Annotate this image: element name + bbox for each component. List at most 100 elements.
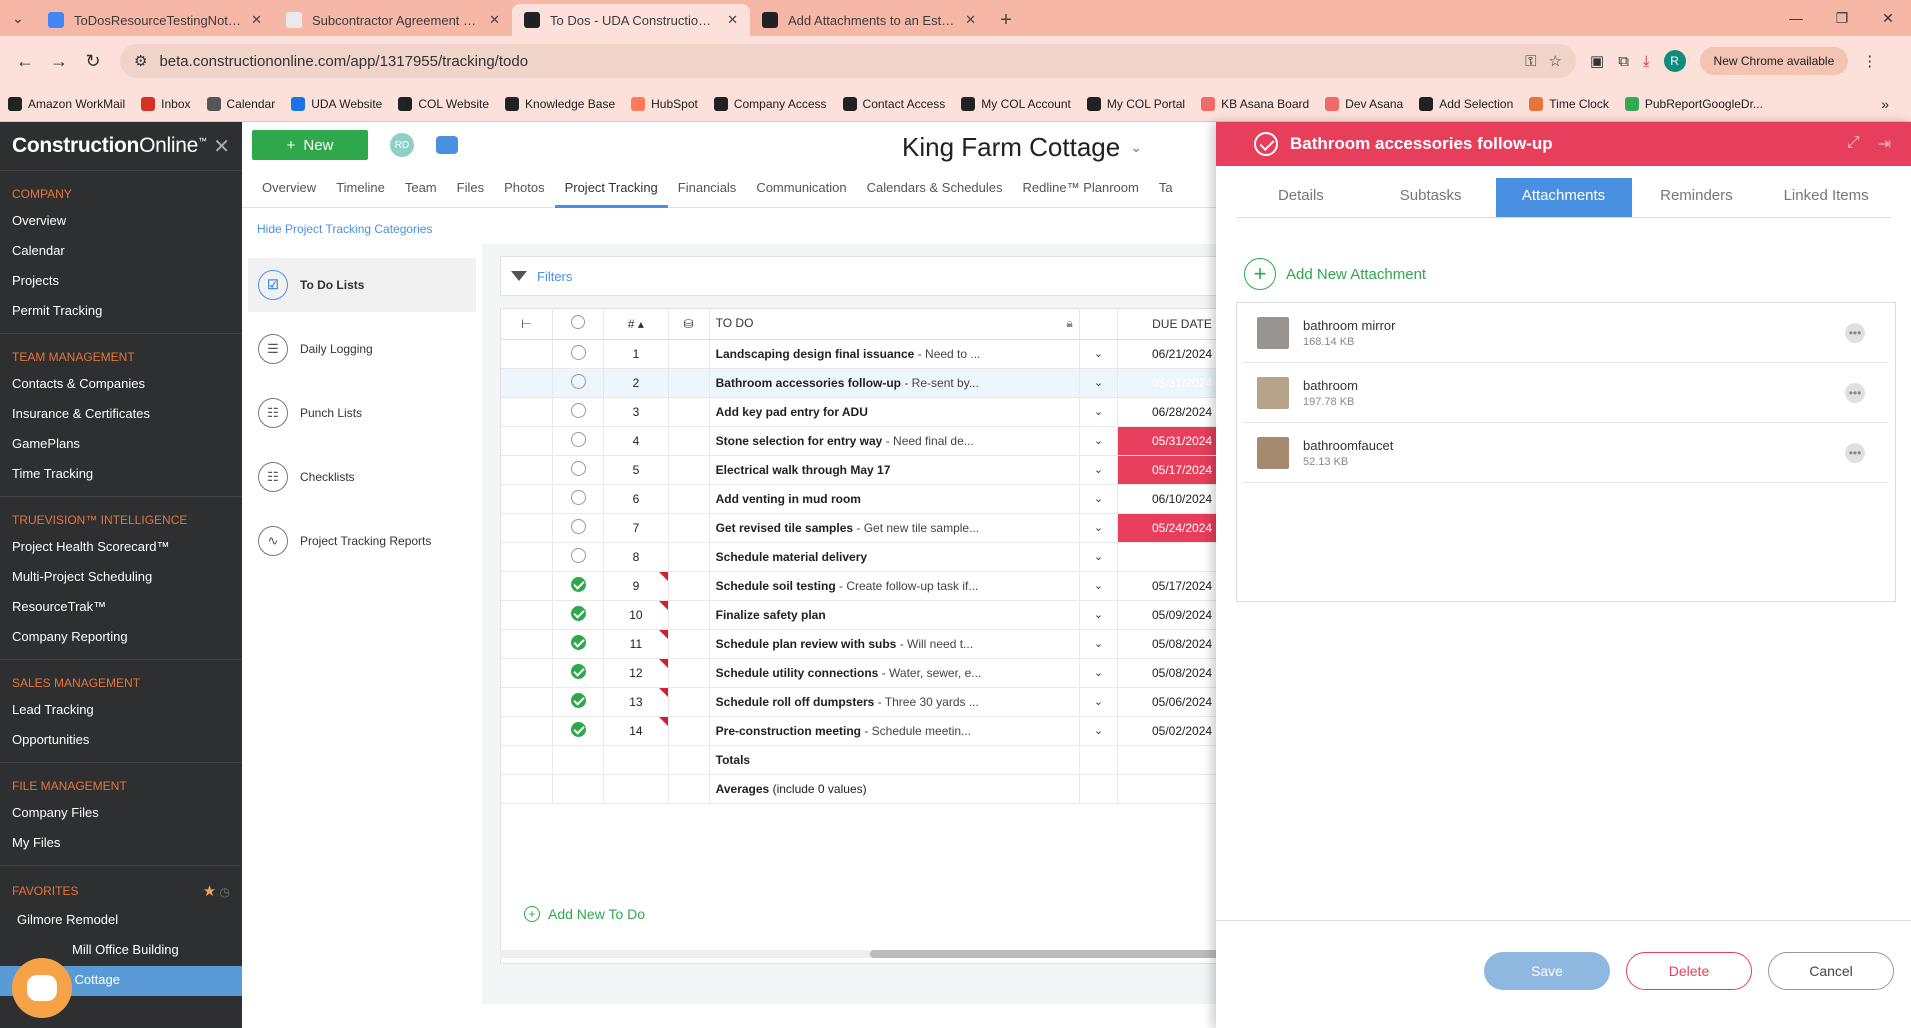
category-item[interactable]: ☷ Punch Lists [248, 386, 476, 440]
complete-cell[interactable] [552, 629, 605, 659]
browser-tab[interactable]: To Dos - UDA ConstructionOnli ✕ [512, 4, 750, 36]
cancel-button[interactable]: Cancel [1768, 952, 1894, 990]
project-tab[interactable]: Redline™ Planroom [1013, 168, 1149, 208]
attachment-thumbnail[interactable] [1257, 436, 1289, 469]
expand-icon[interactable]: ⤢ [1847, 134, 1860, 154]
project-tab[interactable]: Communication [746, 168, 856, 208]
extensions-puzzle-icon[interactable]: ⧉ [1618, 53, 1629, 70]
table-row[interactable]: 6 Add venting in mud room ⌄ 06/10/2024 [501, 484, 1219, 514]
project-tab[interactable]: Timeline [326, 168, 395, 208]
table-row[interactable]: 7 Get revised tile samples - Get new tile… [501, 513, 1219, 543]
completed-check-icon[interactable] [570, 634, 586, 650]
row-expand-caret-icon[interactable]: ⌄ [1079, 426, 1119, 456]
horizontal-scrollbar[interactable] [500, 950, 1260, 958]
panel-tab[interactable]: Reminders [1632, 178, 1762, 217]
message-icon[interactable] [436, 136, 458, 154]
bookmark-item[interactable]: Amazon WorkMail [8, 96, 125, 111]
todo-title-cell[interactable]: Schedule plan review with subs - Will ne… [709, 629, 1080, 659]
more-bookmarks-icon[interactable]: » [1881, 96, 1903, 112]
password-key-icon[interactable]: ⚿ [1525, 53, 1536, 70]
close-window-icon[interactable]: ✕ [1865, 10, 1911, 27]
app-logo[interactable]: ConstructionOnline™ [12, 134, 207, 158]
completed-check-icon[interactable] [570, 721, 586, 737]
table-row[interactable]: 10 Finalize safety plan ⌄ 05/09/2024 [501, 600, 1219, 630]
todo-title-cell[interactable]: Electrical walk through May 17 [709, 455, 1080, 485]
attachment-item[interactable]: bathroomfaucet 52.13 KB ••• [1243, 423, 1889, 483]
attachment-thumbnail[interactable] [1257, 376, 1289, 409]
complete-cell[interactable] [552, 687, 605, 717]
project-tab[interactable]: Ta [1149, 168, 1183, 208]
row-expand-caret-icon[interactable]: ⌄ [1079, 716, 1119, 746]
complete-cell[interactable] [552, 339, 605, 369]
sidebar-item[interactable]: Insurance & Certificates [0, 400, 242, 430]
incomplete-check-icon[interactable] [570, 489, 586, 505]
row-expand-caret-icon[interactable]: ⌄ [1079, 658, 1119, 688]
incomplete-check-icon[interactable] [570, 344, 586, 360]
table-row[interactable]: 4 Stone selection for entry way - Need fi… [501, 426, 1219, 456]
sidebar-item[interactable]: Company Files [0, 799, 242, 829]
tab-close-icon[interactable]: ✕ [251, 12, 262, 28]
bookmark-item[interactable]: Time Clock [1529, 96, 1609, 111]
bookmark-item[interactable]: KB Asana Board [1201, 96, 1309, 111]
bookmark-item[interactable]: UDA Website [291, 96, 382, 111]
todo-title-cell[interactable]: Schedule material delivery [709, 542, 1080, 572]
attachment-item[interactable]: bathroom mirror 168.14 KB ••• [1243, 303, 1889, 363]
category-item[interactable]: ∿ Project Tracking Reports [248, 514, 476, 568]
project-tab[interactable]: Files [447, 168, 494, 208]
delete-button[interactable]: Delete [1626, 952, 1752, 990]
complete-cell[interactable] [552, 426, 605, 456]
panel-tab[interactable]: Linked Items [1761, 178, 1891, 217]
project-tab[interactable]: Team [395, 168, 447, 208]
profile-avatar[interactable]: R [1663, 50, 1686, 72]
chrome-menu-icon[interactable]: ⋮ [1862, 52, 1877, 70]
todo-title-cell[interactable]: Pre-construction meeting - Schedule meet… [709, 716, 1080, 746]
complete-cell[interactable] [552, 455, 605, 485]
bookmark-item[interactable]: Inbox [141, 96, 191, 111]
todo-title-cell[interactable]: Schedule roll off dumpsters - Three 30 y… [709, 687, 1080, 717]
project-tab[interactable]: Financials [668, 168, 747, 208]
table-row[interactable]: 5 Electrical walk through May 17 ⌄ 05/17/20… [501, 455, 1219, 485]
sidebar-item[interactable]: Overview [0, 207, 242, 237]
complete-cell[interactable] [552, 542, 605, 572]
todo-title-cell[interactable]: Add venting in mud room [709, 484, 1080, 514]
bookmark-item[interactable]: COL Website [398, 96, 489, 111]
new-tab-icon[interactable]: + [988, 4, 1024, 36]
row-expand-caret-icon[interactable]: ⌄ [1079, 339, 1119, 369]
reload-icon[interactable]: ↻ [76, 44, 110, 78]
bookmark-item[interactable]: My COL Account [961, 96, 1071, 111]
attachment-name[interactable]: bathroom [1303, 378, 1358, 393]
scrollbar-thumb[interactable] [870, 950, 1260, 958]
sidebar-item[interactable]: Contacts & Companies [0, 370, 242, 400]
row-expand-caret-icon[interactable]: ⌄ [1079, 455, 1119, 485]
table-row[interactable]: 3 Add key pad entry for ADU ⌄ 06/28/2024 [501, 397, 1219, 427]
sidebar-item[interactable]: Opportunities [0, 726, 242, 756]
download-icon[interactable]: ⤓ [1643, 53, 1650, 70]
sidebar-item[interactable]: Company Reporting [0, 623, 242, 653]
bookmark-item[interactable]: Calendar [206, 96, 275, 111]
table-row[interactable]: 12 Schedule utility connections - Water, … [501, 658, 1219, 688]
todo-title-cell[interactable]: Schedule utility connections - Water, se… [709, 658, 1080, 688]
sidebar-item[interactable]: Permit Tracking [0, 297, 242, 327]
forward-icon[interactable]: → [42, 44, 76, 78]
incomplete-check-icon[interactable] [570, 373, 586, 389]
tab-close-icon[interactable]: ✕ [727, 12, 738, 28]
incomplete-check-icon[interactable] [570, 547, 586, 563]
table-row[interactable]: 11 Schedule plan review with subs - Will … [501, 629, 1219, 659]
row-expand-caret-icon[interactable]: ⌄ [1079, 513, 1119, 543]
row-expand-caret-icon[interactable]: ⌄ [1079, 397, 1119, 427]
completed-check-icon[interactable] [570, 663, 586, 679]
sidebar-item[interactable]: Calendar [0, 237, 242, 267]
project-tab[interactable]: Project Tracking [554, 168, 668, 208]
hide-categories-link[interactable]: Hide Project Tracking Categories [257, 222, 432, 236]
tab-search-icon[interactable]: ⌄ [0, 0, 36, 36]
completed-check-icon[interactable] [570, 576, 586, 592]
row-expand-caret-icon[interactable]: ⌄ [1079, 629, 1119, 659]
site-info-icon[interactable]: ⚙ [134, 52, 147, 70]
category-item[interactable]: ☑ To Do Lists [248, 258, 476, 312]
completed-check-icon[interactable] [570, 605, 586, 621]
completed-check-icon[interactable] [570, 692, 586, 708]
sidebar-item[interactable]: GamePlans [0, 430, 242, 460]
attachment-item[interactable]: bathroom 197.78 KB ••• [1243, 363, 1889, 423]
more-options-icon[interactable]: ••• [1845, 322, 1865, 343]
todo-title-cell[interactable]: Schedule soil testing - Create follow-up… [709, 571, 1080, 601]
